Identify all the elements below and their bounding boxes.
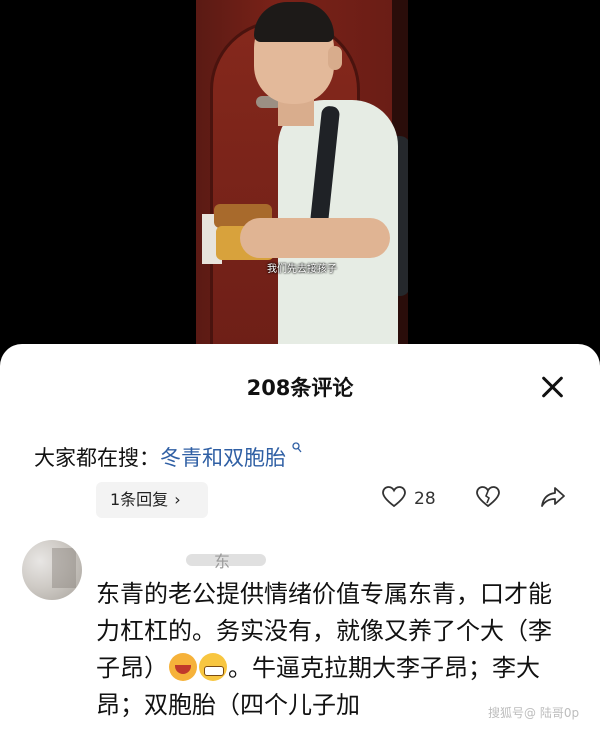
video-subtitle: 我们先去接孩子 [267,264,337,275]
comments-header: 208条评论 [0,344,600,424]
heart-outline-icon [382,486,406,512]
video-frame: 我们先去接孩子 [196,0,408,360]
dislike-button[interactable] [476,484,500,514]
view-replies-label: 1条回复 [110,490,169,509]
comment-author[interactable]: 东 [214,548,231,572]
trending-search-label: 大家都在搜： [34,446,160,470]
view-replies-button[interactable]: 1条回复 › [96,482,208,518]
comments-sheet: 208条评论 大家都在搜：冬青和双胞胎 1条回复 › 28 东 东青的老公提供情绪… [0,344,600,735]
chevron-right-icon: › [174,490,181,509]
trending-search-link[interactable]: 冬青和双胞胎 [160,446,286,470]
comment-count-title: 208条评论 [246,376,354,400]
share-button[interactable] [540,484,566,514]
person-arm [240,218,390,258]
like-count: 28 [414,489,436,509]
commenter-avatar[interactable] [22,540,82,600]
comment-text: 东青的老公提供情绪价值专属东青，口才能力杠杠的。务实没有，就像又养了个大（李子昂… [96,576,566,724]
search-mini-icon [288,442,302,456]
trending-search: 大家都在搜：冬青和双胞胎 [34,442,302,472]
grinning-face-emoji [199,653,227,681]
watermark: 搜狐号@ 陆哥0p [488,706,580,720]
share-arrow-icon [540,486,566,512]
like-button[interactable]: 28 [382,484,436,514]
laughing-face-emoji [169,653,197,681]
close-icon[interactable] [538,372,568,402]
video-player[interactable]: 我们先去接孩子 [0,0,600,360]
broken-heart-icon [476,486,500,512]
